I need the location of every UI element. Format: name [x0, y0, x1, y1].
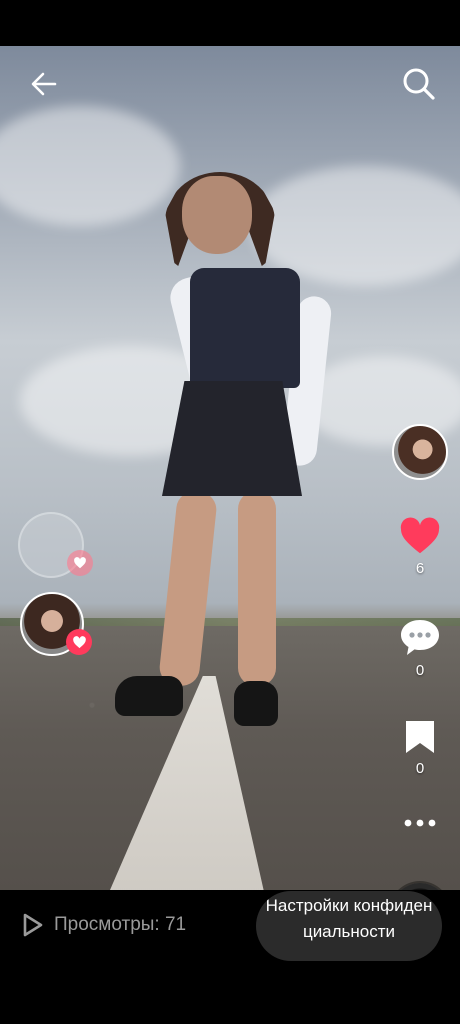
- video-player[interactable]: [0, 46, 460, 890]
- bookmark-icon: [406, 721, 434, 753]
- face: [182, 176, 252, 254]
- vest: [190, 268, 300, 388]
- views-indicator[interactable]: Просмотры: 71: [22, 911, 186, 939]
- heart-badge-faded: [67, 550, 93, 576]
- back-button[interactable]: [22, 62, 66, 106]
- privacy-settings-label: Настройки конфиденциальности: [265, 896, 433, 941]
- heart-icon: [74, 557, 86, 569]
- skirt: [162, 381, 302, 496]
- save-count: 0: [415, 760, 425, 777]
- more-button[interactable]: [403, 815, 437, 833]
- status-bar: [0, 0, 460, 46]
- heart-badge: [66, 629, 92, 655]
- arrow-left-icon: [31, 72, 57, 96]
- comment-count: 0: [415, 662, 425, 679]
- creator-avatar[interactable]: [392, 424, 448, 480]
- heart-icon: [400, 517, 440, 554]
- more-dots-icon: [404, 819, 436, 827]
- shoe-right: [234, 681, 278, 726]
- leg-left: [157, 489, 219, 688]
- search-button[interactable]: [397, 62, 441, 106]
- privacy-settings-button[interactable]: Настройки конфиденциальности: [256, 891, 442, 961]
- like-count: 6: [415, 560, 425, 577]
- play-icon: [23, 913, 43, 937]
- save-button[interactable]: 0: [404, 719, 436, 777]
- search-icon: [403, 68, 435, 100]
- dancer-figure: [110, 172, 340, 736]
- action-rail: 6 0 0: [391, 424, 449, 941]
- leg-right: [238, 491, 276, 686]
- like-button[interactable]: 6: [399, 517, 441, 577]
- comment-button[interactable]: 0: [399, 617, 441, 679]
- shoe-left: [115, 676, 183, 716]
- heart-icon: [72, 635, 86, 648]
- comment-icon: [401, 620, 439, 655]
- views-count: Просмотры: 71: [54, 914, 187, 935]
